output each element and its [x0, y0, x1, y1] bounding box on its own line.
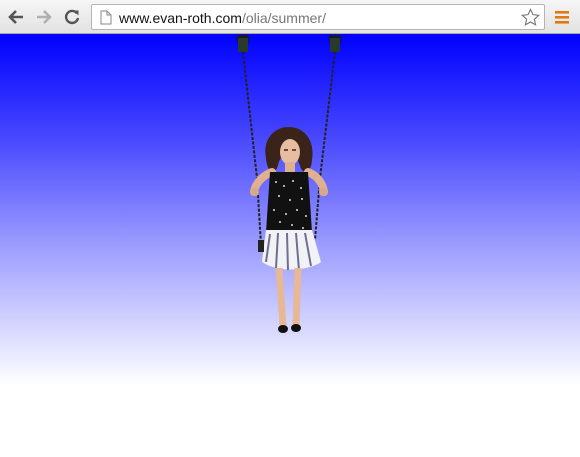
- page-icon: [100, 10, 112, 25]
- striped-skirt: [262, 230, 321, 270]
- url-host: www.evan-roth.com: [119, 10, 242, 26]
- swing-girl-image: [237, 35, 341, 333]
- forward-button[interactable]: [33, 6, 55, 28]
- reload-button[interactable]: [61, 6, 83, 28]
- legs: [275, 267, 302, 327]
- back-icon: [8, 10, 23, 24]
- face: [280, 139, 300, 165]
- url-text[interactable]: www.evan-roth.com/olia/summer/: [119, 10, 326, 26]
- back-button[interactable]: [5, 6, 27, 28]
- page-viewport: [0, 34, 580, 457]
- reload-icon: [64, 9, 80, 25]
- menu-button[interactable]: [553, 8, 571, 26]
- dotted-top: [266, 172, 312, 232]
- url-path: /olia/summer/: [241, 10, 326, 26]
- forward-icon: [37, 10, 52, 24]
- browser-toolbar: www.evan-roth.com/olia/summer/: [0, 0, 580, 34]
- bookmark-star-icon[interactable]: [521, 8, 540, 27]
- address-bar[interactable]: www.evan-roth.com/olia/summer/: [91, 4, 545, 30]
- menu-icon: [555, 11, 569, 24]
- swing-hooks: [237, 35, 341, 52]
